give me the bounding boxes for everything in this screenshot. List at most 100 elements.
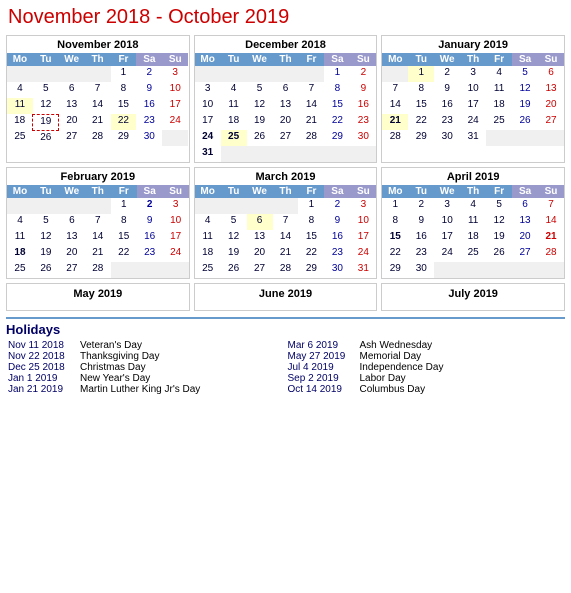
day-cell: 12 xyxy=(247,98,273,114)
day-cell xyxy=(460,262,486,278)
day-cell: 15 xyxy=(298,230,324,246)
day-cell: 6 xyxy=(512,198,538,214)
header-Tu: Tu xyxy=(33,185,59,198)
day-cell: 20 xyxy=(273,114,299,130)
day-cell: 20 xyxy=(247,246,273,262)
day-cell: 12 xyxy=(512,82,538,98)
calendar-mar2019: March 2019MoTuWeThFrSaSu1234567891011121… xyxy=(194,167,378,279)
day-cell: 28 xyxy=(85,262,111,278)
day-cell: 25 xyxy=(221,130,247,146)
day-cell: 14 xyxy=(85,98,111,114)
day-cell xyxy=(538,130,564,146)
day-cell xyxy=(350,146,376,162)
day-cell: 22 xyxy=(324,114,350,130)
day-cell: 9 xyxy=(137,214,163,230)
day-cell: 24 xyxy=(162,114,188,130)
day-cell: 24 xyxy=(350,246,376,262)
day-cell xyxy=(59,198,85,214)
partial-cal-jun2019: June 2019 xyxy=(194,283,378,311)
day-cell: 6 xyxy=(538,66,564,82)
day-cell: 19 xyxy=(33,246,59,262)
partial-title-may2019: May 2019 xyxy=(7,284,189,302)
day-cell: 20 xyxy=(59,246,85,262)
day-cell: 25 xyxy=(7,262,33,278)
holiday-entry: Nov 22 2018Thanksgiving Day xyxy=(6,351,286,362)
day-cell: 25 xyxy=(195,262,221,278)
header-Th: Th xyxy=(85,185,111,198)
day-cell: 2 xyxy=(350,66,376,82)
day-cell: 16 xyxy=(350,98,376,114)
day-cell: 24 xyxy=(460,114,486,130)
day-cell: 10 xyxy=(162,82,188,98)
day-cell: 8 xyxy=(298,214,324,230)
day-cell xyxy=(33,66,59,82)
day-cell: 3 xyxy=(195,82,221,98)
holiday-name: Martin Luther King Jr's Day xyxy=(80,384,200,395)
holiday-date: Dec 25 2018 xyxy=(8,362,80,373)
header-We: We xyxy=(59,185,85,198)
day-cell: 21 xyxy=(298,114,324,130)
day-cell xyxy=(247,198,273,214)
day-cell xyxy=(59,66,85,82)
day-cell: 10 xyxy=(350,214,376,230)
day-cell xyxy=(7,66,33,82)
day-cell: 29 xyxy=(382,262,408,278)
day-cell: 20 xyxy=(512,230,538,246)
day-cell xyxy=(273,66,299,82)
day-cell: 11 xyxy=(486,82,512,98)
day-cell xyxy=(163,262,189,278)
day-cell: 5 xyxy=(512,66,538,82)
day-cell: 27 xyxy=(538,114,564,130)
day-cell: 3 xyxy=(162,66,188,82)
header-Su: Su xyxy=(162,53,188,66)
day-cell: 31 xyxy=(460,130,486,146)
day-cell: 10 xyxy=(163,214,189,230)
header-Mo: Mo xyxy=(195,53,221,66)
month-title-dec2018: December 2018 xyxy=(195,36,377,53)
partial-row: May 2019 June 2019July 2019 xyxy=(0,281,571,313)
day-cell: 8 xyxy=(408,82,434,98)
header-Tu: Tu xyxy=(221,185,247,198)
day-cell: 18 xyxy=(486,98,512,114)
header-We: We xyxy=(59,53,85,66)
header-Fr: Fr xyxy=(111,185,137,198)
day-cell xyxy=(512,262,538,278)
day-cell xyxy=(111,262,137,278)
day-cell: 16 xyxy=(434,98,460,114)
day-cell: 15 xyxy=(382,230,408,246)
day-cell: 19 xyxy=(512,98,538,114)
day-cell: 26 xyxy=(33,262,59,278)
partial-cal-jul2019: July 2019 xyxy=(381,283,565,311)
header-Mo: Mo xyxy=(7,53,33,66)
day-cell: 29 xyxy=(324,130,350,146)
day-cell: 16 xyxy=(324,230,350,246)
holiday-entry: Jul 4 2019Independence Day xyxy=(286,362,566,373)
day-cell: 26 xyxy=(221,262,247,278)
day-cell: 9 xyxy=(136,82,162,98)
day-cell: 23 xyxy=(408,246,434,262)
holidays-title: Holidays xyxy=(6,322,565,337)
day-cell: 17 xyxy=(195,114,221,130)
day-cell: 10 xyxy=(460,82,486,98)
day-cell: 15 xyxy=(111,230,137,246)
day-cell: 10 xyxy=(434,214,460,230)
month-title-feb2019: February 2019 xyxy=(7,168,189,185)
day-cell xyxy=(85,198,111,214)
calendars-grid: November 2018MoTuWeThFrSaSu1234567891011… xyxy=(0,33,571,281)
day-cell: 4 xyxy=(221,82,247,98)
day-cell: 12 xyxy=(486,214,512,230)
day-cell: 11 xyxy=(460,214,486,230)
day-cell: 2 xyxy=(324,198,350,214)
day-cell: 6 xyxy=(59,214,85,230)
day-cell: 14 xyxy=(382,98,408,114)
header-Fr: Fr xyxy=(298,185,324,198)
day-cell: 22 xyxy=(111,246,137,262)
day-cell: 22 xyxy=(111,114,137,130)
day-cell: 28 xyxy=(85,130,111,146)
day-cell: 2 xyxy=(136,66,162,82)
header-Sa: Sa xyxy=(324,53,350,66)
day-cell: 5 xyxy=(221,214,247,230)
day-cell: 23 xyxy=(137,246,163,262)
month-title-nov2018: November 2018 xyxy=(7,36,189,53)
header-Sa: Sa xyxy=(512,185,538,198)
